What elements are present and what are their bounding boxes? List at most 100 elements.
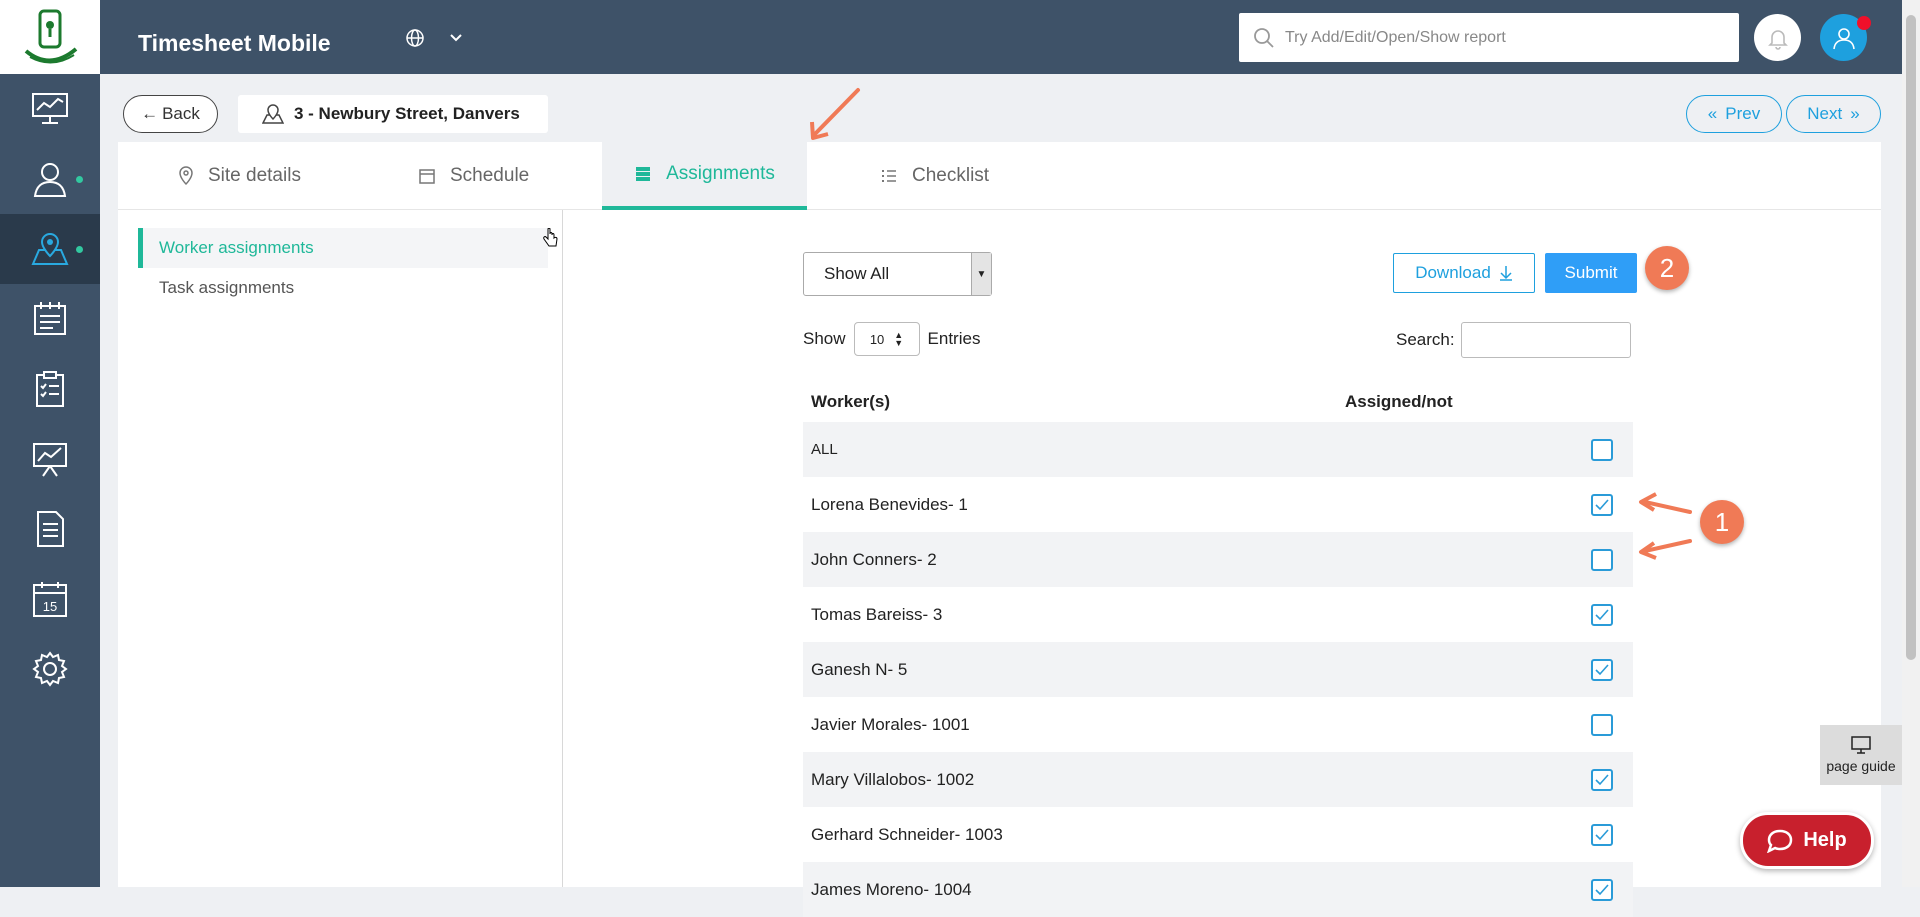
show-label: Show: [803, 329, 846, 348]
next-button-label: Next: [1807, 104, 1843, 123]
table-row: Gerhard Schneider- 1003: [803, 807, 1633, 862]
tab-label: Assignments: [666, 163, 775, 184]
page-guide-label: page guide: [1826, 758, 1896, 774]
filter-select-value: Show All: [824, 264, 890, 283]
dashboard-icon: [32, 93, 68, 124]
assigned-checkbox[interactable]: [1591, 548, 1613, 571]
help-label: Help: [1803, 829, 1847, 851]
worker-name: Javier Morales- 1001: [811, 714, 970, 734]
entries-stepper[interactable]: 10 ▲ ▼: [853, 322, 920, 356]
tab-schedule[interactable]: Schedule: [418, 142, 529, 210]
global-search-input[interactable]: [1285, 28, 1725, 47]
calendar-icon: 15: [33, 582, 67, 617]
page-scrollbar[interactable]: [1902, 0, 1920, 887]
tasks-icon: [36, 371, 64, 407]
check-icon: [1595, 828, 1609, 840]
filter-select[interactable]: Show All ▼: [803, 252, 992, 296]
scrollbar-thumb[interactable]: [1906, 15, 1916, 660]
sidebar-item-tasks[interactable]: [0, 354, 100, 424]
presentation-icon: [1851, 736, 1871, 754]
settings-icon: [32, 651, 68, 687]
list-icon: [882, 170, 896, 182]
sub-nav-task-assignments[interactable]: Task assignments: [138, 268, 548, 308]
assigned-checkbox[interactable]: [1591, 823, 1613, 846]
tab-label: Site details: [208, 165, 301, 186]
sidebar-item-dashboard[interactable]: [0, 74, 100, 144]
worker-assignments-table: Worker(s) Assigned/not ALL Lorena Benevid…: [803, 382, 1633, 917]
entries-control: Show 10 ▲ ▼ Entries: [803, 322, 980, 356]
map-pin-icon: [179, 166, 193, 186]
annotation-arrow: [813, 88, 860, 136]
tab-site-details[interactable]: Site details: [178, 142, 301, 210]
app-logo[interactable]: [0, 0, 100, 74]
calendar-day-text: 15: [43, 599, 57, 614]
check-icon: [1595, 498, 1609, 510]
sidebar-item-jobs[interactable]: [0, 284, 100, 354]
sidebar-item-sites[interactable]: [0, 214, 100, 284]
assigned-checkbox[interactable]: [1591, 768, 1613, 791]
workers-icon: [33, 163, 67, 197]
worker-name: Mary Villalobos- 1002: [811, 769, 975, 789]
back-button[interactable]: ← Back: [123, 95, 218, 133]
global-search[interactable]: [1239, 13, 1739, 62]
table-row: ALL: [803, 422, 1633, 477]
notifications-button[interactable]: [1754, 14, 1801, 61]
back-button-label: Back: [162, 104, 200, 123]
table-row: Lorena Benevides- 1: [803, 477, 1633, 532]
top-bar: Timesheet Mobile: [100, 0, 1920, 74]
check-icon: [1595, 608, 1609, 620]
assigned-checkbox[interactable]: [1591, 878, 1613, 901]
site-title: 3 - Newbury Street, Danvers: [238, 95, 548, 133]
sidebar-item-calendar[interactable]: 15: [0, 564, 100, 634]
assigned-checkbox[interactable]: [1591, 713, 1613, 736]
column-header-workers[interactable]: Worker(s): [803, 392, 1345, 412]
user-avatar[interactable]: [1820, 14, 1871, 61]
sidebar-item-workers[interactable]: [0, 144, 100, 214]
sidebar-item-settings[interactable]: [0, 634, 100, 704]
submit-button[interactable]: Submit: [1545, 253, 1637, 293]
download-button-label: Download: [1415, 263, 1491, 282]
assignment-sub-nav: Worker assignments Task assignments: [118, 210, 563, 887]
sidebar-item-reports[interactable]: [0, 424, 100, 494]
assigned-checkbox[interactable]: [1591, 603, 1613, 626]
sub-nav-worker-assignments[interactable]: Worker assignments: [138, 228, 548, 268]
main-card: Site details Schedule Assignments Checkl…: [118, 142, 1881, 917]
page-guide-button[interactable]: page guide: [1820, 725, 1902, 785]
assigned-checkbox[interactable]: [1591, 438, 1613, 461]
assigned-checkbox[interactable]: [1591, 493, 1613, 516]
help-button[interactable]: Help: [1740, 812, 1874, 869]
calendar-small-icon: [419, 169, 435, 184]
status-dot: [76, 246, 83, 253]
tab-assignments[interactable]: Assignments: [602, 142, 807, 210]
tab-checklist[interactable]: Checklist: [880, 142, 989, 210]
language-selector[interactable]: [405, 28, 463, 48]
table-row: James Moreno- 1004: [803, 862, 1633, 917]
entries-label: Entries: [927, 329, 981, 348]
worker-name: Gerhard Schneider- 1003: [811, 824, 1003, 844]
sites-icon: [31, 232, 69, 265]
notification-dot: [1857, 16, 1871, 30]
jobs-icon: [34, 302, 66, 335]
double-chevron-right-icon: »: [1850, 104, 1860, 123]
reports-icon: [33, 443, 67, 477]
worker-name: James Moreno- 1004: [811, 879, 972, 899]
next-button[interactable]: Next »: [1786, 95, 1881, 133]
server-stack-icon: [636, 167, 651, 181]
sidebar-item-documents[interactable]: [0, 494, 100, 564]
download-icon: [1499, 266, 1512, 281]
table-search-input[interactable]: [1460, 322, 1631, 358]
chevron-down-icon: [450, 34, 462, 42]
download-button[interactable]: Download: [1393, 253, 1535, 293]
worker-name: Tomas Bareiss- 3: [811, 604, 943, 624]
table-header: Worker(s) Assigned/not: [803, 382, 1633, 422]
table-row: Javier Morales- 1001: [803, 697, 1633, 752]
assigned-checkbox[interactable]: [1591, 658, 1613, 681]
app-title: Timesheet Mobile: [138, 30, 331, 56]
logo-icon: [24, 9, 78, 64]
table-row: Tomas Bareiss- 3: [803, 587, 1633, 642]
sidebar: 15: [0, 0, 100, 887]
prev-button[interactable]: « Prev: [1686, 95, 1782, 133]
table-row: Mary Villalobos- 1002: [803, 752, 1633, 807]
column-header-assigned[interactable]: Assigned/not: [1345, 392, 1633, 412]
document-icon: [37, 511, 64, 547]
